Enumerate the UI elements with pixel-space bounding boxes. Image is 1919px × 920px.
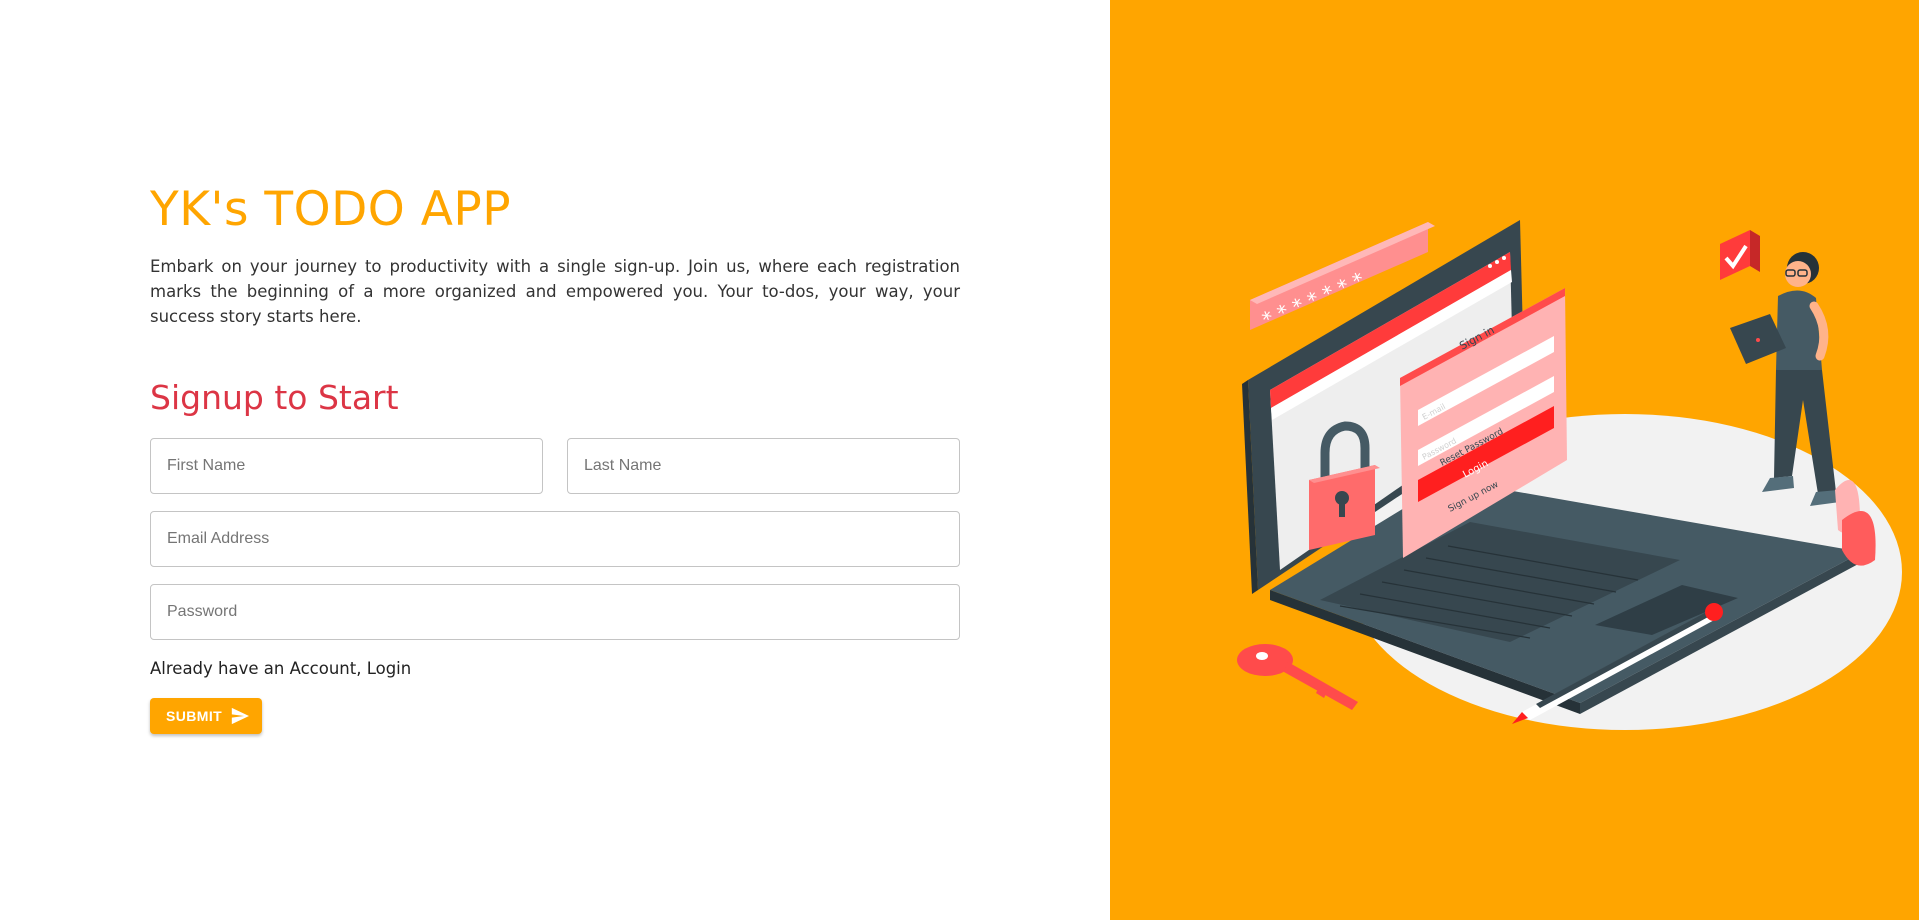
illustration-panel: Sign in E-mail Password Reset Password L…: [1110, 0, 1919, 920]
security-illustration: Sign in E-mail Password Reset Password L…: [1237, 220, 1902, 730]
email-field[interactable]: [150, 511, 960, 567]
check-badge-icon: [1720, 230, 1760, 280]
submit-button[interactable]: SUBMIT: [150, 698, 263, 734]
email-input[interactable]: [165, 529, 945, 549]
signup-content: YK's TODO APP Embark on your journey to …: [150, 180, 960, 734]
password-row: [150, 584, 960, 640]
password-field[interactable]: [150, 584, 960, 640]
send-icon: [231, 707, 250, 725]
app-description: Embark on your journey to productivity w…: [150, 257, 960, 326]
signup-form: Already have an Account, Login SUBMIT: [150, 438, 960, 734]
first-name-input[interactable]: [165, 456, 528, 476]
last-name-input[interactable]: [582, 456, 945, 476]
name-row: [150, 438, 960, 494]
key-icon: [1237, 644, 1358, 710]
signup-heading: Signup to Start: [150, 378, 399, 417]
first-name-field[interactable]: [150, 438, 543, 494]
password-input[interactable]: [165, 602, 945, 622]
email-row: [150, 511, 960, 567]
signup-panel: YK's TODO APP Embark on your journey to …: [0, 0, 1110, 920]
app-title: YK's TODO APP: [150, 182, 512, 237]
last-name-field[interactable]: [567, 438, 960, 494]
submit-label: SUBMIT: [166, 708, 223, 724]
login-link[interactable]: Already have an Account, Login: [150, 659, 411, 678]
